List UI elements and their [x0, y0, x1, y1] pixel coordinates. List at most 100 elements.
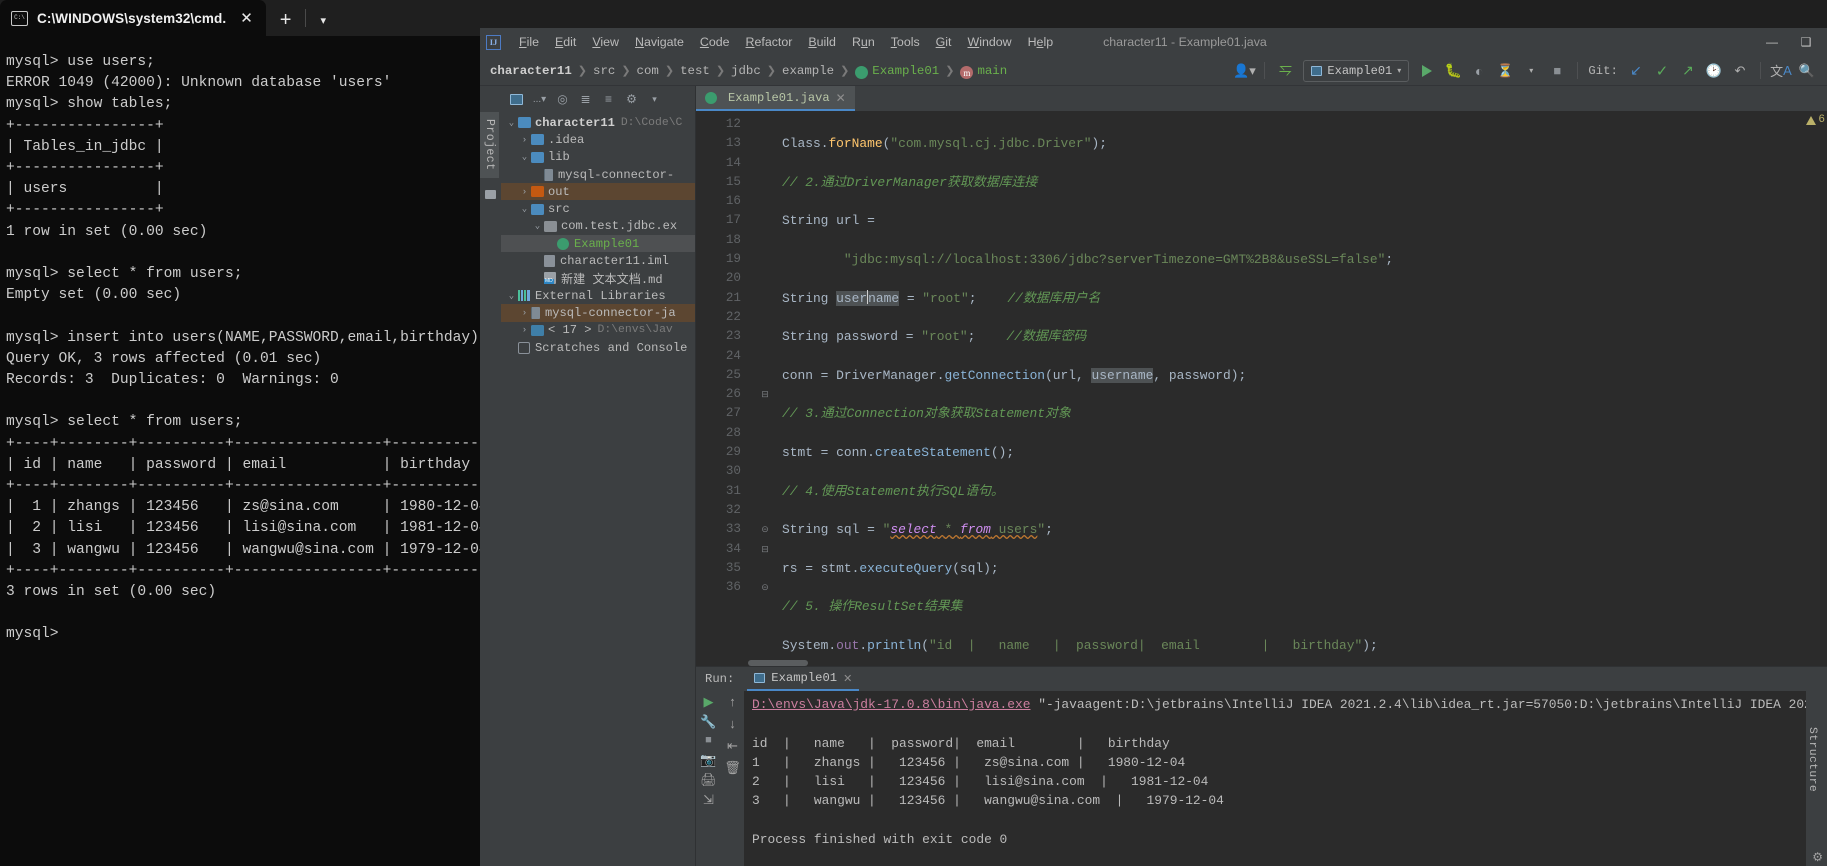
locate-icon[interactable]: ◎ — [552, 89, 573, 110]
tool-window-structure[interactable]: Structure — [1806, 727, 1818, 792]
user-icon[interactable]: 👤▾ — [1232, 59, 1256, 83]
menu-item-edit[interactable]: Edit — [547, 35, 584, 49]
breadcrumb-src[interactable]: src — [593, 64, 615, 78]
print-icon[interactable]: 🖨 — [700, 773, 717, 786]
run-coverage-icon[interactable]: ◐ — [1467, 59, 1491, 83]
scope-dropdown-label[interactable]: ...▾ — [529, 89, 550, 110]
tree-item-character11-iml[interactable]: character11.iml — [501, 252, 695, 269]
collapse-all-icon[interactable]: ≡ — [598, 89, 619, 110]
profiler-dropdown-icon[interactable]: ▾ — [1519, 59, 1543, 83]
breadcrumb-jdbc[interactable]: jdbc — [731, 64, 761, 78]
tree-item-com-test-jdbc-ex[interactable]: ⌄ com.test.jdbc.ex — [501, 218, 695, 235]
terminal-tab-cmd[interactable]: C:\ C:\WINDOWS\system32\cmd. ✕ — [0, 0, 266, 36]
soft-wrap-icon[interactable]: ⇤ — [727, 739, 738, 752]
fold-marker-icon[interactable]: ⊟ — [748, 385, 782, 404]
fold-marker-icon[interactable]: ⊝ — [748, 578, 782, 597]
chevron-right-icon[interactable]: › — [518, 187, 531, 197]
chevron-down-icon[interactable]: ⌄ — [505, 291, 518, 301]
scroll-down-icon[interactable]: ↓ — [729, 717, 736, 730]
project-tree[interactable]: ⌄ character11 D:\Code\C › .idea ⌄ lib mysql-con… — [501, 112, 695, 866]
menu-item-git[interactable]: Git — [928, 35, 960, 49]
code-folding-gutter[interactable]: ⊟ ⊝ ⊟ ⊝ — [748, 111, 782, 666]
git-push-icon[interactable]: ↗ — [1676, 59, 1700, 83]
chevron-down-icon[interactable]: ▾ — [306, 14, 340, 27]
close-icon[interactable]: ✕ — [235, 9, 258, 27]
fold-marker-icon[interactable]: ⊝ — [748, 520, 782, 539]
stop-icon[interactable]: ■ — [1545, 59, 1569, 83]
menu-item-run[interactable]: Run — [844, 35, 883, 49]
stop-icon[interactable]: ■ — [705, 735, 712, 746]
menu-item-refactor[interactable]: Refactor — [738, 35, 801, 49]
profiler-icon[interactable]: ⏳ — [1493, 59, 1517, 83]
tree-item-17[interactable]: › < 17 > D:\envs\Jav — [501, 322, 695, 339]
tree-item-scratches-and-console[interactable]: Scratches and Console — [501, 339, 695, 356]
breadcrumb-example[interactable]: example — [782, 64, 834, 78]
run-configuration-selector[interactable]: Example01 ▾ — [1303, 59, 1410, 82]
maximize-icon[interactable]: ❑ — [1789, 29, 1823, 55]
chevron-right-icon[interactable]: › — [518, 135, 531, 145]
editor-marker-bar[interactable]: 6 — [1806, 111, 1827, 666]
chevron-down-icon[interactable]: ⌄ — [518, 204, 531, 214]
editor-tab-example01[interactable]: Example01.java ✕ — [696, 86, 855, 111]
tree-item-md[interactable]: 新建 文本文档.md — [501, 270, 695, 287]
run-icon[interactable] — [1415, 59, 1439, 83]
gear-icon[interactable]: ⚙ — [1812, 850, 1823, 864]
search-icon[interactable]: 🔍 — [1795, 59, 1819, 83]
tree-item-lib[interactable]: ⌄ lib — [501, 149, 695, 166]
tree-item-character11[interactable]: ⌄ character11 D:\Code\C — [501, 114, 695, 131]
source-code[interactable]: Class.forName("com.mysql.cj.jdbc.Driver"… — [782, 111, 1811, 666]
breadcrumb-com[interactable]: com — [637, 64, 659, 78]
menu-item-file[interactable]: File — [511, 35, 547, 49]
chevron-right-icon[interactable]: › — [518, 308, 531, 318]
camera-icon[interactable]: 📷 — [700, 753, 716, 766]
trash-icon[interactable]: 🗑 — [724, 761, 741, 774]
menu-item-help[interactable]: Help — [1020, 35, 1062, 49]
tree-item-mysql-connector-ja[interactable]: › mysql-connector-ja — [501, 304, 695, 322]
menu-item-navigate[interactable]: Navigate — [627, 35, 692, 49]
horizontal-scrollbar[interactable] — [748, 660, 808, 666]
menu-item-window[interactable]: Window — [960, 35, 1020, 49]
scope-selector[interactable] — [506, 89, 527, 110]
wrench-icon[interactable]: 🔧 — [700, 715, 716, 728]
settings-gear-icon[interactable]: ⚙ — [621, 89, 642, 110]
translate-icon[interactable]: 文A — [1769, 59, 1793, 83]
breadcrumb-class[interactable]: Example01 — [872, 64, 939, 78]
git-update-icon[interactable]: ↙ — [1624, 59, 1648, 83]
tree-item-idea[interactable]: › .idea — [501, 131, 695, 148]
console-output[interactable]: D:\envs\Java\jdk-17.0.8\bin\java.exe "-j… — [744, 691, 1806, 866]
git-commit-icon[interactable]: ✓ — [1650, 59, 1674, 83]
tree-item-src[interactable]: ⌄ src — [501, 200, 695, 217]
minimize-icon[interactable]: — — [1755, 29, 1789, 55]
menu-item-build[interactable]: Build — [800, 35, 844, 49]
java-exe-path[interactable]: D:\envs\Java\jdk-17.0.8\bin\java.exe — [752, 697, 1030, 712]
history-icon[interactable]: 🕑 — [1702, 59, 1726, 83]
close-icon[interactable]: ✕ — [836, 91, 846, 105]
tool-window-project[interactable]: Project — [480, 112, 499, 178]
menu-item-view[interactable]: View — [584, 35, 627, 49]
chevron-down-icon[interactable]: ⌄ — [518, 152, 531, 162]
favorites-icon[interactable] — [485, 189, 496, 199]
plus-icon[interactable]: + — [266, 10, 306, 30]
tree-item-mysql-connector[interactable]: mysql-connector- — [501, 166, 695, 183]
menu-item-tools[interactable]: Tools — [883, 35, 928, 49]
chevron-down-icon[interactable]: ⌄ — [531, 221, 544, 231]
close-icon[interactable]: ✕ — [843, 672, 852, 685]
fold-marker-icon[interactable]: ⊟ — [748, 540, 782, 559]
rollback-icon[interactable]: ↶ — [1728, 59, 1752, 83]
breadcrumb-method[interactable]: main — [977, 64, 1007, 78]
build-hammer-icon[interactable]: ⥧ — [1273, 59, 1297, 83]
tree-item-example01[interactable]: Example01 — [501, 235, 695, 253]
inspection-warning-badge[interactable]: 6 — [1806, 114, 1825, 126]
rerun-icon[interactable]: ▶ — [704, 695, 714, 708]
breadcrumb-character11[interactable]: character11 — [490, 64, 572, 78]
tree-item-out[interactable]: › out — [501, 183, 695, 201]
expand-all-icon[interactable]: ≣ — [575, 89, 596, 110]
chevron-right-icon[interactable]: › — [518, 325, 531, 335]
run-tab-example01[interactable]: Example01 ✕ — [747, 667, 860, 691]
debug-icon[interactable]: 🐛 — [1441, 59, 1465, 83]
breadcrumb-test[interactable]: test — [680, 64, 710, 78]
chevron-down-icon[interactable]: ⌄ — [505, 118, 518, 128]
tree-item-external-libraries[interactable]: ⌄ External Libraries — [501, 287, 695, 304]
scroll-up-icon[interactable]: ↑ — [729, 695, 736, 708]
export-icon[interactable]: ⇲ — [703, 793, 714, 806]
